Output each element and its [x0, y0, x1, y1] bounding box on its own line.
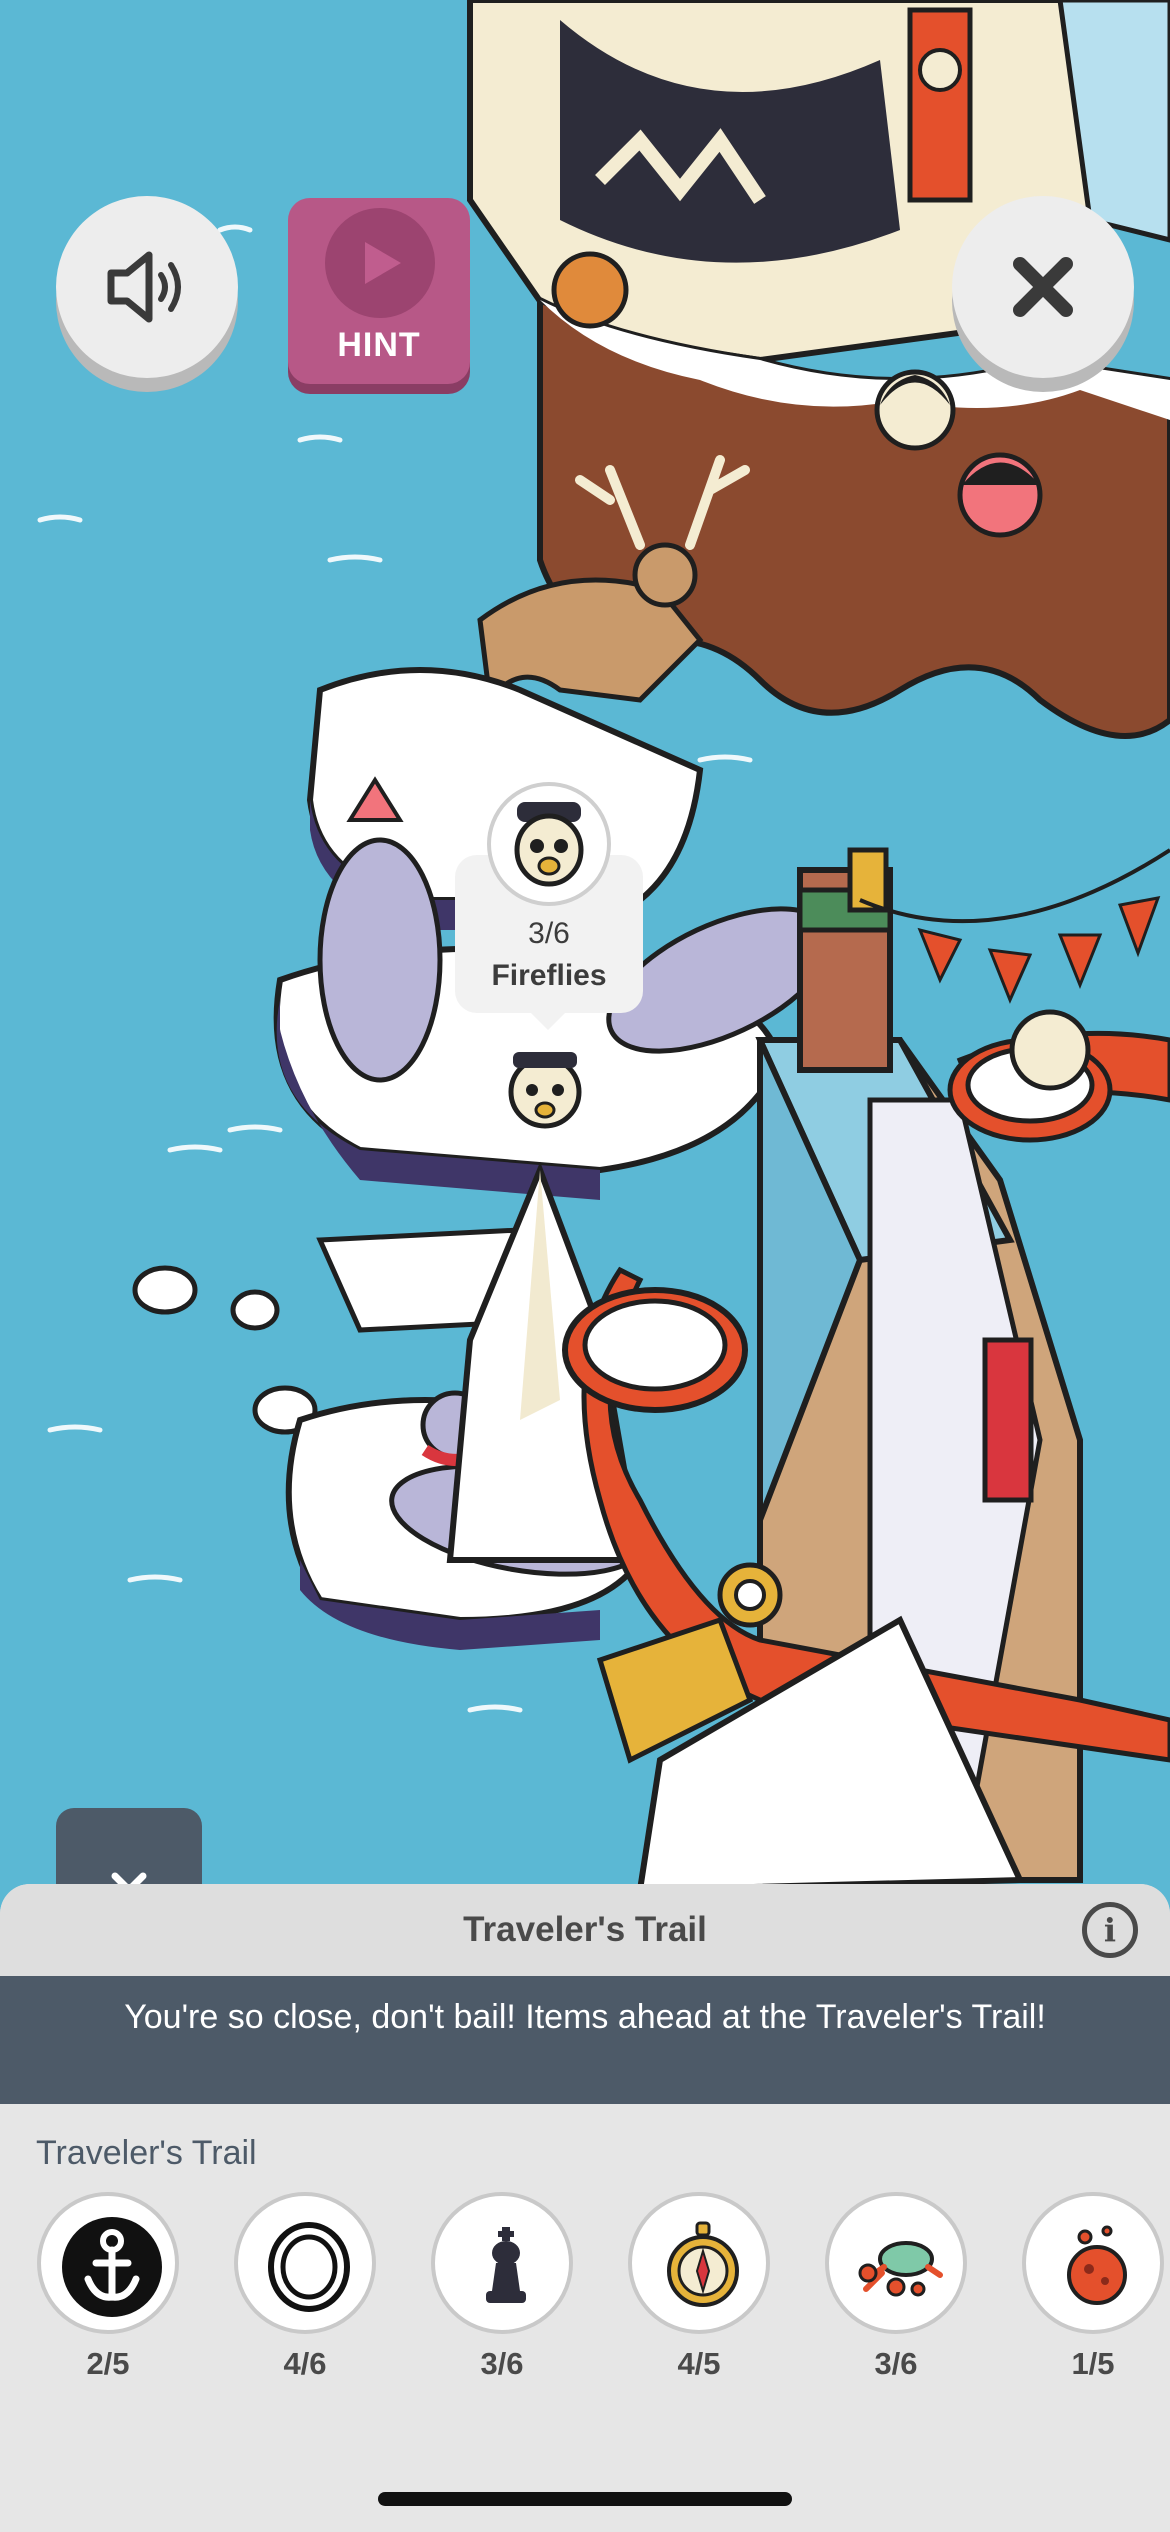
close-icon	[1013, 257, 1073, 317]
tooltip-count: 3/6	[528, 917, 570, 950]
tooltip-label: Fireflies	[491, 959, 607, 992]
collection-item[interactable]: 1/5	[1021, 2192, 1165, 2382]
collection-item[interactable]: 4/5	[627, 2192, 771, 2382]
chess-piece-icon	[486, 2227, 526, 2303]
panel-title: Traveler's Trail	[463, 1910, 707, 1949]
red-orb-icon	[1067, 2225, 1127, 2305]
collection-item[interactable]: 2/5	[36, 2192, 180, 2382]
section-title: Traveler's Trail	[36, 2134, 257, 2172]
info-icon[interactable]: i	[1082, 1902, 1138, 1958]
ring-icon	[268, 2222, 350, 2312]
item-count: 3/6	[480, 2346, 524, 2381]
speaker-icon	[107, 251, 181, 323]
collection-item[interactable]: 3/6	[824, 2192, 968, 2382]
sound-toggle-button[interactable]	[56, 196, 238, 378]
banner-text: You're so close, don't bail! Items ahead…	[124, 1998, 1046, 2036]
compass-icon	[667, 2221, 739, 2307]
hint-label: HINT	[337, 326, 421, 364]
bottom-panel: Traveler's Trail i You're so close, don'…	[0, 1884, 1170, 2532]
hint-button[interactable]: HINT	[288, 198, 470, 384]
item-count: 4/6	[283, 2346, 327, 2381]
item-count: 4/5	[677, 2346, 721, 2381]
crab-icon	[858, 2241, 943, 2297]
firefly-icon	[487, 782, 611, 906]
item-count: 3/6	[874, 2346, 918, 2381]
anchor-icon	[62, 2217, 162, 2317]
item-count: 2/5	[86, 2346, 130, 2381]
collection-item[interactable]: 3/6	[430, 2192, 574, 2382]
collection-item[interactable]: 4/6	[233, 2192, 377, 2382]
home-indicator[interactable]	[378, 2492, 792, 2506]
tooltip-pointer	[526, 1008, 570, 1030]
close-button[interactable]	[952, 196, 1134, 378]
item-count: 1/5	[1071, 2346, 1115, 2381]
play-icon	[325, 208, 435, 318]
